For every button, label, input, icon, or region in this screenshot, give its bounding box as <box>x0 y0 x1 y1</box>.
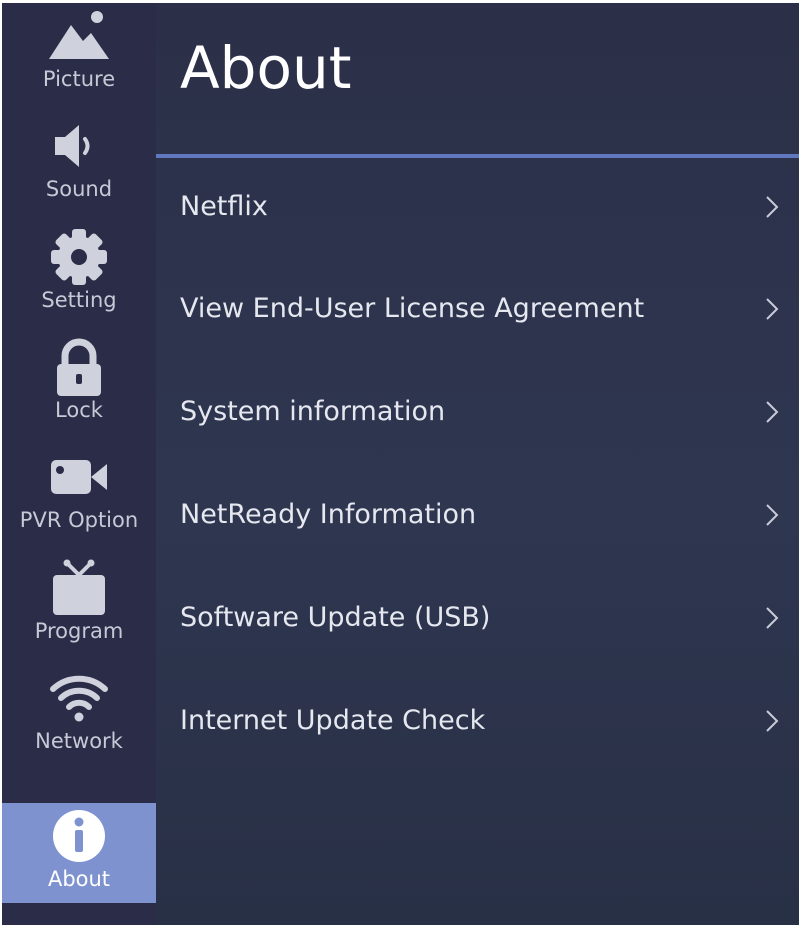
sidebar-item-setting[interactable]: Setting <box>2 224 156 324</box>
video-camera-icon <box>2 448 156 506</box>
sidebar: Picture Sound Setting Lock PVR Option Pr… <box>2 3 156 925</box>
gear-icon <box>2 228 156 286</box>
menu-item-system-information[interactable]: System information <box>156 378 799 448</box>
sidebar-item-label: Lock <box>55 398 103 422</box>
chevron-right-icon <box>766 710 779 732</box>
sidebar-item-about[interactable]: About <box>2 803 156 903</box>
sidebar-item-program[interactable]: Program <box>2 555 156 655</box>
menu-item-label: Netflix <box>180 191 268 222</box>
menu-item-label: Software Update (USB) <box>180 602 491 633</box>
title-divider <box>156 154 799 158</box>
menu-item-label: System information <box>180 396 446 427</box>
sidebar-item-picture[interactable]: Picture <box>2 3 156 103</box>
chevron-right-icon <box>766 504 779 526</box>
chevron-right-icon <box>766 401 779 423</box>
menu-item-internet-update-check[interactable]: Internet Update Check <box>156 687 799 757</box>
sidebar-item-label: About <box>47 867 111 891</box>
sidebar-item-label: Setting <box>41 288 117 312</box>
chevron-right-icon <box>766 607 779 629</box>
tv-settings-screen: Picture Sound Setting Lock PVR Option Pr… <box>2 3 799 925</box>
lock-icon <box>2 338 156 396</box>
tv-icon <box>2 559 156 617</box>
wifi-icon <box>2 669 156 727</box>
menu-item-label: Internet Update Check <box>180 705 486 736</box>
info-icon <box>2 807 156 865</box>
sidebar-item-label: Picture <box>42 67 116 91</box>
menu-item-eula[interactable]: View End-User License Agreement <box>156 275 799 345</box>
menu-item-software-update-usb[interactable]: Software Update (USB) <box>156 584 799 654</box>
sidebar-item-label: PVR Option <box>19 508 139 532</box>
chevron-right-icon <box>766 298 779 320</box>
menu-item-netready-information[interactable]: NetReady Information <box>156 481 799 551</box>
speaker-icon <box>2 117 156 175</box>
sidebar-item-label: Program <box>34 619 124 643</box>
sidebar-item-pvr-option[interactable]: PVR Option <box>2 444 156 544</box>
sidebar-item-label: Network <box>35 729 123 753</box>
menu-item-label: View End-User License Agreement <box>180 293 645 324</box>
sidebar-item-network[interactable]: Network <box>2 665 156 765</box>
sidebar-item-label: Sound <box>45 177 113 201</box>
chevron-right-icon <box>766 196 779 218</box>
page-title: About <box>180 34 352 102</box>
menu-item-label: NetReady Information <box>180 499 477 530</box>
menu-item-netflix[interactable]: Netflix <box>156 173 799 243</box>
picture-icon <box>2 7 156 65</box>
sidebar-item-lock[interactable]: Lock <box>2 334 156 434</box>
sidebar-item-sound[interactable]: Sound <box>2 113 156 213</box>
main-panel: About Netflix View End-User License Agre… <box>156 3 799 925</box>
